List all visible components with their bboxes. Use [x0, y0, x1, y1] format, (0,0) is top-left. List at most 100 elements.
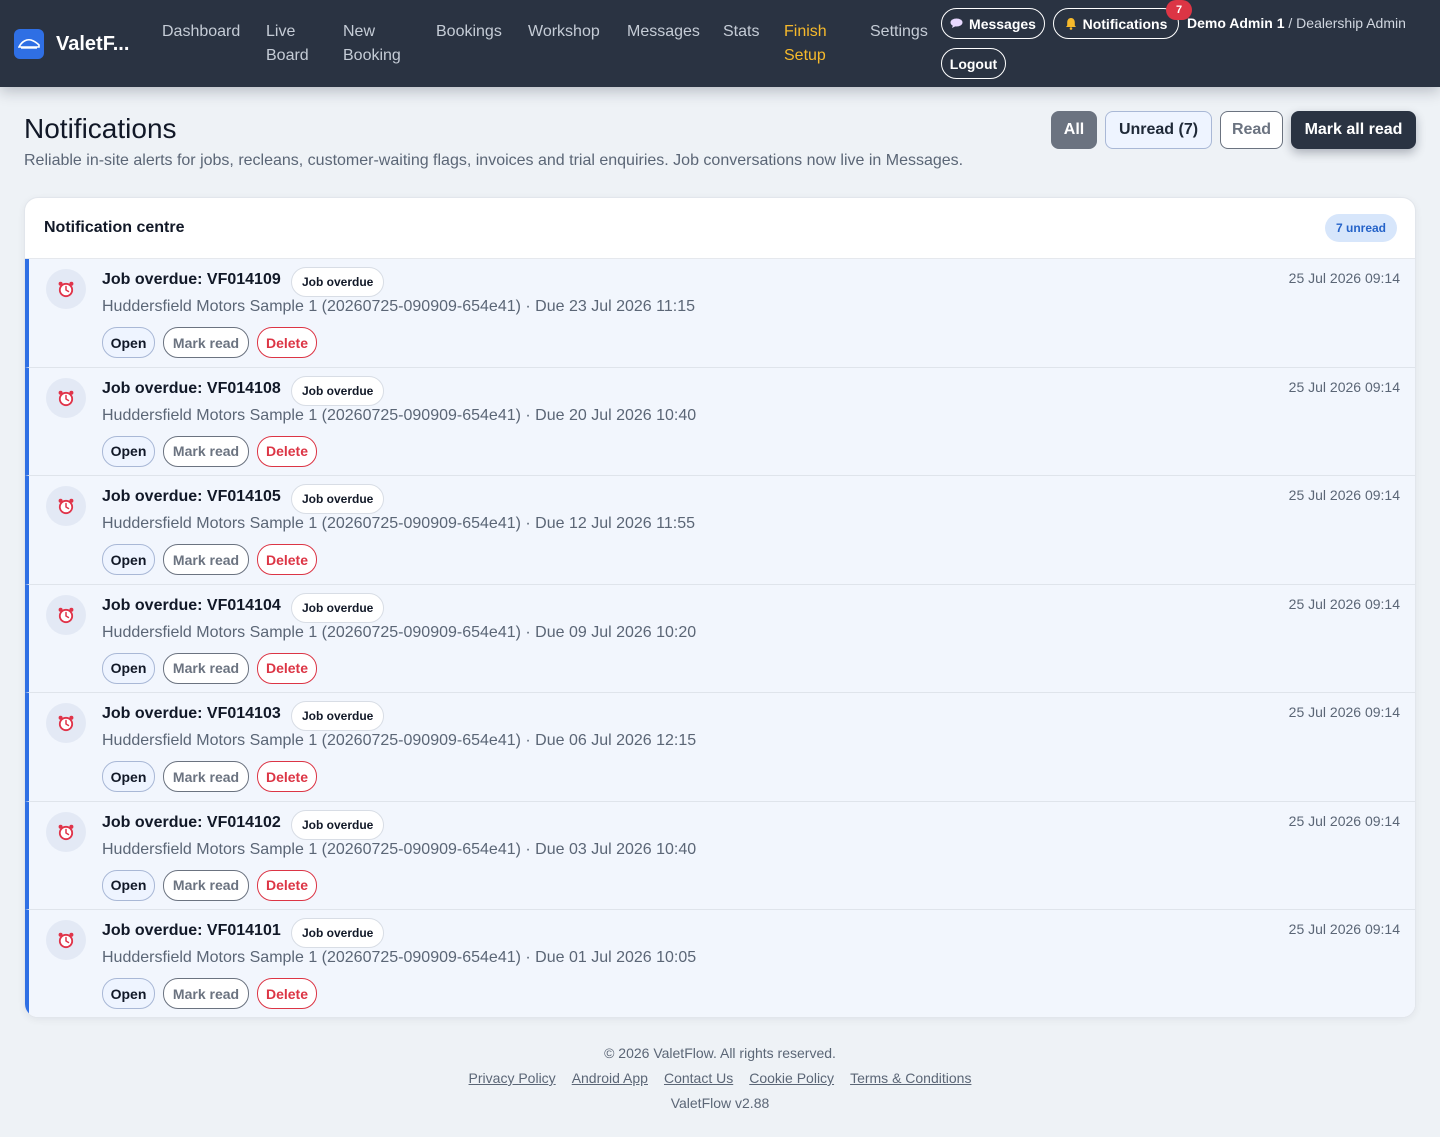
alarm-clock-icon — [46, 811, 86, 852]
alarm-clock-icon — [46, 594, 86, 635]
nav-new-booking[interactable]: New Booking — [343, 20, 409, 68]
logout-button[interactable]: Logout — [941, 48, 1006, 79]
nav-dashboard[interactable]: Dashboard — [162, 20, 240, 44]
footer-link-terms-conditions[interactable]: Terms & Conditions — [850, 1070, 971, 1086]
app-name: ValetF... — [56, 32, 130, 55]
nav-workshop[interactable]: Workshop — [528, 20, 600, 44]
notification-type-badge: Job overdue — [291, 484, 385, 514]
nav-bookings[interactable]: Bookings — [436, 20, 502, 44]
open-button[interactable]: Open — [102, 652, 155, 684]
open-button[interactable]: Open — [102, 435, 155, 467]
footer-link-cookie-policy[interactable]: Cookie Policy — [749, 1070, 834, 1086]
alarm-clock-icon — [46, 703, 86, 743]
user-name: Demo Admin 1 — [1187, 15, 1285, 31]
mark-read-button[interactable]: Mark read — [163, 544, 249, 575]
notification-list: Job overdue: VF014109 Job overdue Huddersf… — [25, 259, 1415, 1017]
notification-title: Job overdue: VF014105 — [102, 488, 281, 505]
footer-link-android-app[interactable]: Android App — [572, 1070, 648, 1086]
notification-type-badge: Job overdue — [291, 592, 385, 623]
notification-description: Huddersfield Motors Sample 1 (20260725-0… — [102, 732, 697, 749]
notifications-button[interactable]: Notifications — [1053, 8, 1179, 39]
delete-button[interactable]: Delete — [257, 435, 317, 467]
notification-timestamp: 25 Jul 2026 09:14 — [1288, 704, 1400, 720]
notification-timestamp: 25 Jul 2026 09:14 — [1288, 378, 1400, 395]
nav-stats[interactable]: Stats — [723, 20, 759, 44]
open-button[interactable]: Open — [102, 327, 155, 358]
open-button[interactable]: Open — [102, 761, 155, 792]
alarm-clock-icon — [46, 920, 86, 960]
car-icon — [14, 29, 44, 59]
card-title: Notification centre — [44, 219, 185, 236]
bell-icon — [1065, 17, 1077, 30]
mark-read-button[interactable]: Mark read — [163, 652, 249, 684]
notification-item: Job overdue: VF014105 Job overdue Huddersf… — [25, 476, 1415, 585]
notifications-button-label: Notifications — [1082, 15, 1168, 32]
notification-type-badge: Job overdue — [291, 267, 385, 297]
notification-title: Job overdue: VF014109 — [102, 271, 281, 288]
notification-item: Job overdue: VF014109 Job overdue Huddersf… — [25, 259, 1415, 368]
notification-timestamp: 25 Jul 2026 09:14 — [1288, 270, 1400, 286]
notification-description: Huddersfield Motors Sample 1 (20260725-0… — [102, 949, 697, 966]
notification-item: Job overdue: VF014108 Job overdue Huddersf… — [25, 367, 1415, 476]
notification-item: Job overdue: VF014104 Job overdue Huddersf… — [25, 584, 1415, 693]
page-subtitle: Reliable in-site alerts for jobs, reclea… — [24, 152, 964, 169]
open-button[interactable]: Open — [102, 869, 155, 901]
delete-button[interactable]: Delete — [257, 544, 317, 575]
notification-description: Huddersfield Motors Sample 1 (20260725-0… — [102, 840, 697, 858]
alarm-clock-icon — [46, 486, 86, 526]
filter-all-button[interactable]: All — [1051, 111, 1097, 149]
nav-finish-setup[interactable]: Finish Setup — [784, 20, 834, 68]
notification-title: Job overdue: VF014101 — [102, 922, 281, 939]
alarm-clock-icon — [46, 269, 86, 309]
mark-read-button[interactable]: Mark read — [163, 327, 249, 358]
alarm-clock-icon — [46, 377, 86, 418]
delete-button[interactable]: Delete — [257, 652, 317, 684]
mark-all-read-button[interactable]: Mark all read — [1291, 111, 1416, 149]
notification-description: Huddersfield Motors Sample 1 (20260725-0… — [102, 623, 697, 641]
notification-timestamp: 25 Jul 2026 09:14 — [1288, 487, 1400, 503]
current-user: Demo Admin 1 / Dealership Admin — [1187, 15, 1406, 31]
mark-read-button[interactable]: Mark read — [163, 869, 249, 901]
notification-type-badge: Job overdue — [291, 701, 385, 731]
notification-item: Job overdue: VF014101 Job overdue Huddersf… — [25, 910, 1415, 1017]
footer-link-privacy-policy[interactable]: Privacy Policy — [469, 1070, 556, 1086]
notification-centre-card: Notification centre 7 unread Job overdue… — [24, 197, 1416, 1018]
notification-timestamp: 25 Jul 2026 09:14 — [1288, 812, 1400, 829]
card-header: Notification centre 7 unread — [25, 198, 1415, 259]
notification-title: Job overdue: VF014104 — [102, 596, 281, 614]
footer-links: Privacy Policy Android App Contact Us Co… — [0, 1070, 1440, 1086]
page-title: Notifications — [24, 113, 177, 144]
brand[interactable]: ValetF... — [14, 29, 136, 59]
notification-description: Huddersfield Motors Sample 1 (20260725-0… — [102, 406, 697, 424]
delete-button[interactable]: Delete — [257, 327, 317, 358]
notification-title: Job overdue: VF014103 — [102, 705, 281, 722]
notification-timestamp: 25 Jul 2026 09:14 — [1288, 921, 1400, 937]
nav-settings[interactable]: Settings — [870, 20, 928, 44]
speech-bubble-icon — [950, 18, 963, 29]
notification-item: Job overdue: VF014103 Job overdue Huddersf… — [25, 693, 1415, 802]
notification-type-badge: Job overdue — [291, 375, 385, 406]
notification-description: Huddersfield Motors Sample 1 (20260725-0… — [102, 298, 695, 315]
notification-description: Huddersfield Motors Sample 1 (20260725-0… — [102, 515, 695, 532]
mark-read-button[interactable]: Mark read — [163, 761, 249, 792]
delete-button[interactable]: Delete — [257, 869, 317, 901]
notification-timestamp: 25 Jul 2026 09:14 — [1288, 595, 1400, 612]
footer-link-contact-us[interactable]: Contact Us — [664, 1070, 733, 1086]
nav-messages[interactable]: Messages — [627, 20, 700, 44]
notification-type-badge: Job overdue — [291, 809, 385, 840]
nav-live-board[interactable]: Live Board — [266, 20, 316, 68]
open-button[interactable]: Open — [102, 978, 155, 1009]
notification-title: Job overdue: VF014102 — [102, 813, 281, 831]
messages-button-label: Messages — [969, 15, 1036, 32]
filter-unread-button[interactable]: Unread (7) — [1105, 111, 1212, 149]
mark-read-button[interactable]: Mark read — [163, 978, 249, 1009]
open-button[interactable]: Open — [102, 544, 155, 575]
delete-button[interactable]: Delete — [257, 978, 317, 1009]
filter-read-button[interactable]: Read — [1220, 111, 1283, 149]
notification-title: Job overdue: VF014108 — [102, 379, 281, 397]
delete-button[interactable]: Delete — [257, 761, 317, 792]
messages-button[interactable]: Messages — [941, 8, 1045, 39]
footer-version: ValetFlow v2.88 — [670, 1095, 770, 1111]
mark-read-button[interactable]: Mark read — [163, 435, 249, 467]
top-navigation-bar: ValetF... Dashboard Live Board New Booki… — [0, 0, 1440, 87]
